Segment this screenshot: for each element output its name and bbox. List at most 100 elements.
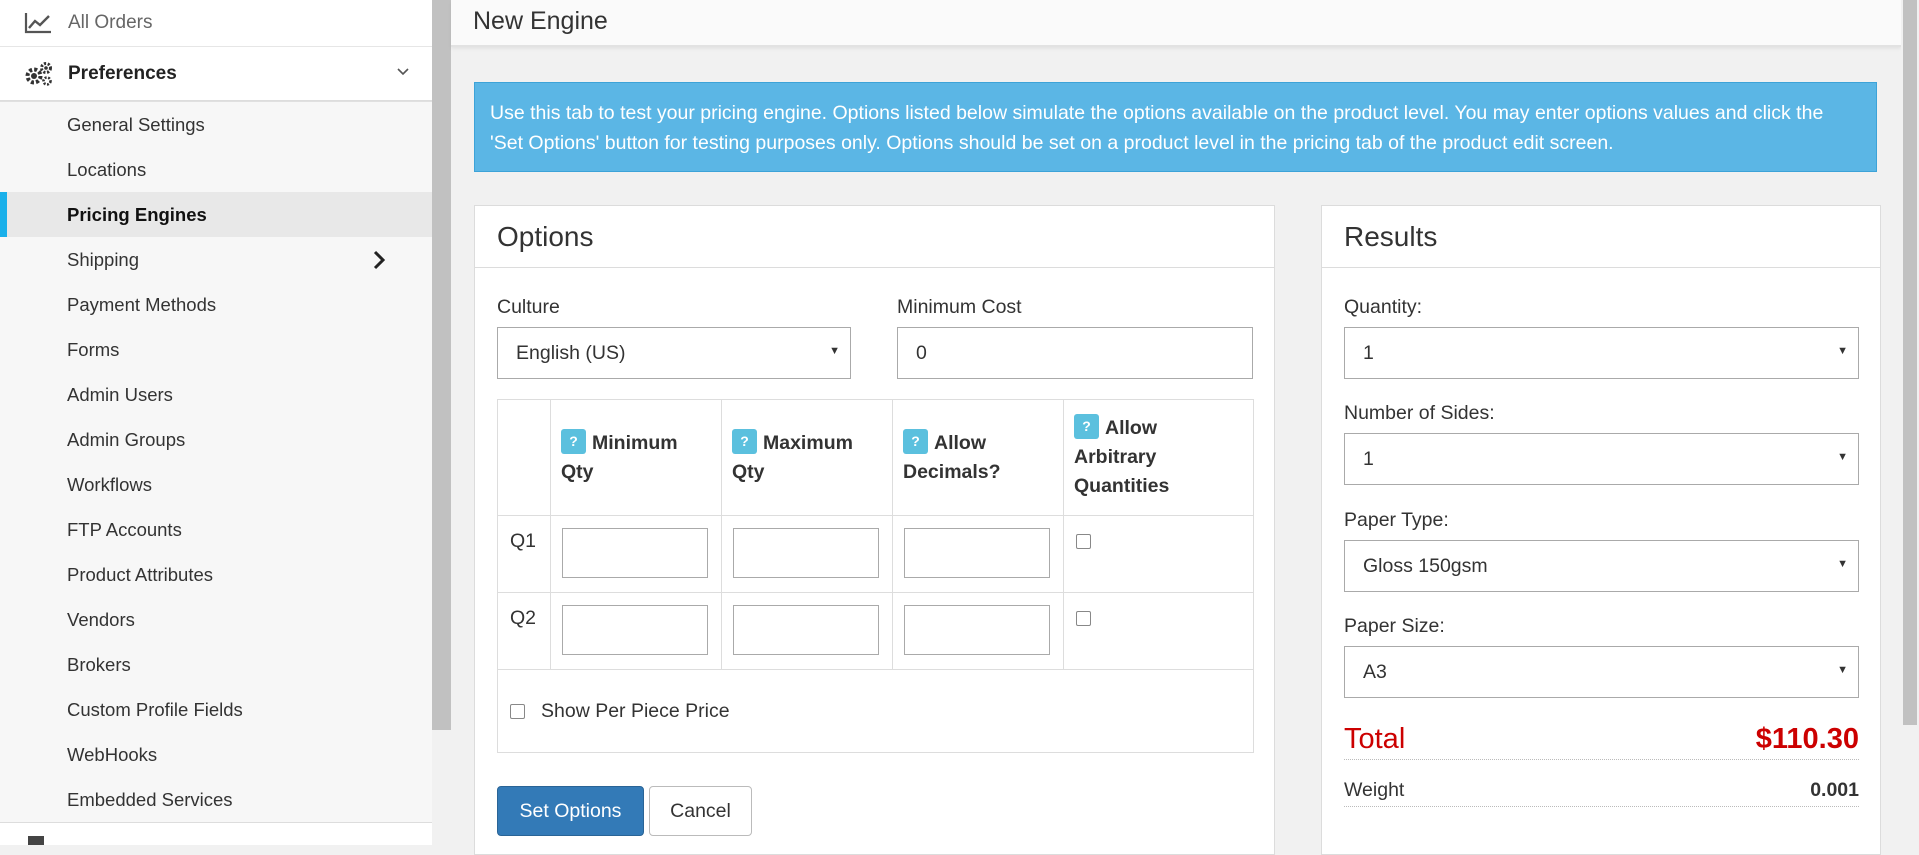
weight-row: Weight 0.001 <box>1344 774 1859 807</box>
sides-select[interactable]: 1 ▼ <box>1344 433 1859 485</box>
sidebar-item-ftp-accounts[interactable]: FTP Accounts <box>0 507 432 552</box>
sidebar-item-webhooks[interactable]: WebHooks <box>0 732 432 777</box>
total-row: Total $110.30 <box>1344 719 1859 760</box>
table-header-max-qty: ? Maximum Qty <box>721 399 893 516</box>
per-piece-toggle[interactable]: Show Per Piece Price <box>498 670 1253 752</box>
table-row: Q2 <box>497 592 1254 670</box>
q2-max-qty-input[interactable] <box>733 605 879 655</box>
options-panel-title: Options <box>475 206 1274 268</box>
sidebar-item-pricing-engines[interactable]: Pricing Engines <box>0 192 432 237</box>
gears-icon <box>24 61 54 87</box>
sidebar-item-custom-profile-fields[interactable]: Custom Profile Fields <box>0 687 432 732</box>
sidebar-item-label: Preferences <box>68 62 177 84</box>
cancel-button[interactable]: Cancel <box>649 786 752 836</box>
results-panel: Results Quantity: 1 ▼ Number of Sides: 1… <box>1321 205 1881 855</box>
sidebar-item-icon <box>28 836 44 845</box>
weight-value: 0.001 <box>1810 778 1859 801</box>
per-piece-row: Show Per Piece Price <box>497 669 1254 753</box>
sidebar-item-vendors[interactable]: Vendors <box>0 597 432 642</box>
caret-down-icon: ▼ <box>1837 558 1848 570</box>
sidebar: All Orders Preferences General Settings … <box>0 0 432 845</box>
row-label: Q2 <box>510 607 537 629</box>
info-alert: Use this tab to test your pricing engine… <box>474 82 1877 172</box>
paper-size-label: Paper Size: <box>1344 615 1445 637</box>
total-value: $110.30 <box>1755 722 1859 755</box>
caret-down-icon: ▼ <box>829 345 840 357</box>
q2-allow-decimals-input[interactable] <box>904 605 1050 655</box>
sidebar-item-admin-groups[interactable]: Admin Groups <box>0 417 432 462</box>
sidebar-item-workflows[interactable]: Workflows <box>0 462 432 507</box>
quantity-table: ? Minimum Qty ? Maximum Qty ? Allow Decimal… <box>497 399 1254 753</box>
q1-allow-decimals-input[interactable] <box>904 528 1050 578</box>
chart-line-icon <box>24 12 54 34</box>
arbitrary-cell <box>1063 515 1254 593</box>
min-qty-cell <box>550 592 722 670</box>
sidebar-item-product-attributes[interactable]: Product Attributes <box>0 552 432 597</box>
show-per-piece-label: Show Per Piece Price <box>541 699 730 722</box>
caret-down-icon: ▼ <box>1837 664 1848 676</box>
table-header-row: ? Minimum Qty ? Maximum Qty ? Allow Decimal… <box>497 399 1254 516</box>
chevron-right-icon <box>372 250 386 275</box>
paper-type-label: Paper Type: <box>1344 509 1449 531</box>
set-options-button[interactable]: Set Options <box>497 786 644 836</box>
preferences-submenu: General Settings Locations Pricing Engin… <box>0 101 432 822</box>
show-per-piece-checkbox[interactable] <box>510 703 525 719</box>
min-qty-cell <box>550 515 722 593</box>
sidebar-item-payment-methods[interactable]: Payment Methods <box>0 282 432 327</box>
q1-min-qty-input[interactable] <box>562 528 708 578</box>
sidebar-item-partial[interactable] <box>0 822 432 845</box>
sidebar-item-brokers[interactable]: Brokers <box>0 642 432 687</box>
sidebar-item-preferences[interactable]: Preferences <box>0 47 432 101</box>
culture-select[interactable]: English (US) ▼ <box>497 327 851 379</box>
help-icon[interactable]: ? <box>561 428 586 454</box>
scrollbar-thumb[interactable] <box>1903 0 1917 725</box>
sides-select-value: 1 <box>1363 447 1374 470</box>
paper-type-select-value: Gloss 150gsm <box>1363 554 1488 577</box>
arbitrary-cell <box>1063 592 1254 670</box>
sidebar-item-label: All Orders <box>68 12 153 33</box>
q1-max-qty-input[interactable] <box>733 528 879 578</box>
sidebar-item-shipping[interactable]: Shipping <box>0 237 432 282</box>
minimum-cost-label: Minimum Cost <box>897 296 1022 318</box>
quantity-select-value: 1 <box>1363 341 1374 364</box>
sidebar-item-general-settings[interactable]: General Settings <box>0 102 432 147</box>
help-icon[interactable]: ? <box>1074 414 1099 440</box>
chevron-down-icon[interactable] <box>396 64 410 82</box>
paper-size-select[interactable]: A3 ▼ <box>1344 646 1859 698</box>
q2-allow-arbitrary-checkbox[interactable] <box>1076 611 1091 626</box>
main-content: New Engine Use this tab to test your pri… <box>451 0 1901 855</box>
help-icon[interactable]: ? <box>903 428 928 454</box>
options-panel: Options Culture English (US) ▼ Minimum C… <box>474 205 1275 855</box>
caret-down-icon: ▼ <box>1837 451 1848 463</box>
scrollbar-thumb[interactable] <box>432 0 451 730</box>
culture-select-value: English (US) <box>516 341 626 364</box>
help-icon[interactable]: ? <box>732 428 757 454</box>
q2-min-qty-input[interactable] <box>562 605 708 655</box>
paper-type-select[interactable]: Gloss 150gsm ▼ <box>1344 540 1859 592</box>
table-header-allow-decimals: ? Allow Decimals? <box>892 399 1064 516</box>
paper-size-select-value: A3 <box>1363 660 1387 683</box>
max-qty-cell <box>721 515 893 593</box>
sidebar-item-all-orders[interactable]: All Orders <box>0 0 432 47</box>
row-label-cell: Q1 <box>497 515 551 593</box>
decimals-cell <box>892 592 1064 670</box>
sidebar-item-embedded-services[interactable]: Embedded Services <box>0 777 432 822</box>
table-header-allow-arbitrary: ? Allow Arbitrary Quantities <box>1063 399 1254 516</box>
quantity-label: Quantity: <box>1344 296 1423 318</box>
culture-label: Culture <box>497 296 560 318</box>
row-label: Q1 <box>510 530 537 552</box>
table-header-empty <box>497 399 551 516</box>
page-header: New Engine <box>451 0 1901 47</box>
sidebar-scrollbar[interactable] <box>432 0 451 845</box>
page-scrollbar[interactable] <box>1901 0 1919 845</box>
weight-label: Weight <box>1344 778 1405 801</box>
row-label-cell: Q2 <box>497 592 551 670</box>
sidebar-item-forms[interactable]: Forms <box>0 327 432 372</box>
sidebar-item-admin-users[interactable]: Admin Users <box>0 372 432 417</box>
sidebar-item-locations[interactable]: Locations <box>0 147 432 192</box>
minimum-cost-input[interactable]: 0 <box>897 327 1253 379</box>
minimum-cost-value: 0 <box>916 341 927 364</box>
table-row: Q1 <box>497 515 1254 593</box>
q1-allow-arbitrary-checkbox[interactable] <box>1076 534 1091 549</box>
quantity-select[interactable]: 1 ▼ <box>1344 327 1859 379</box>
